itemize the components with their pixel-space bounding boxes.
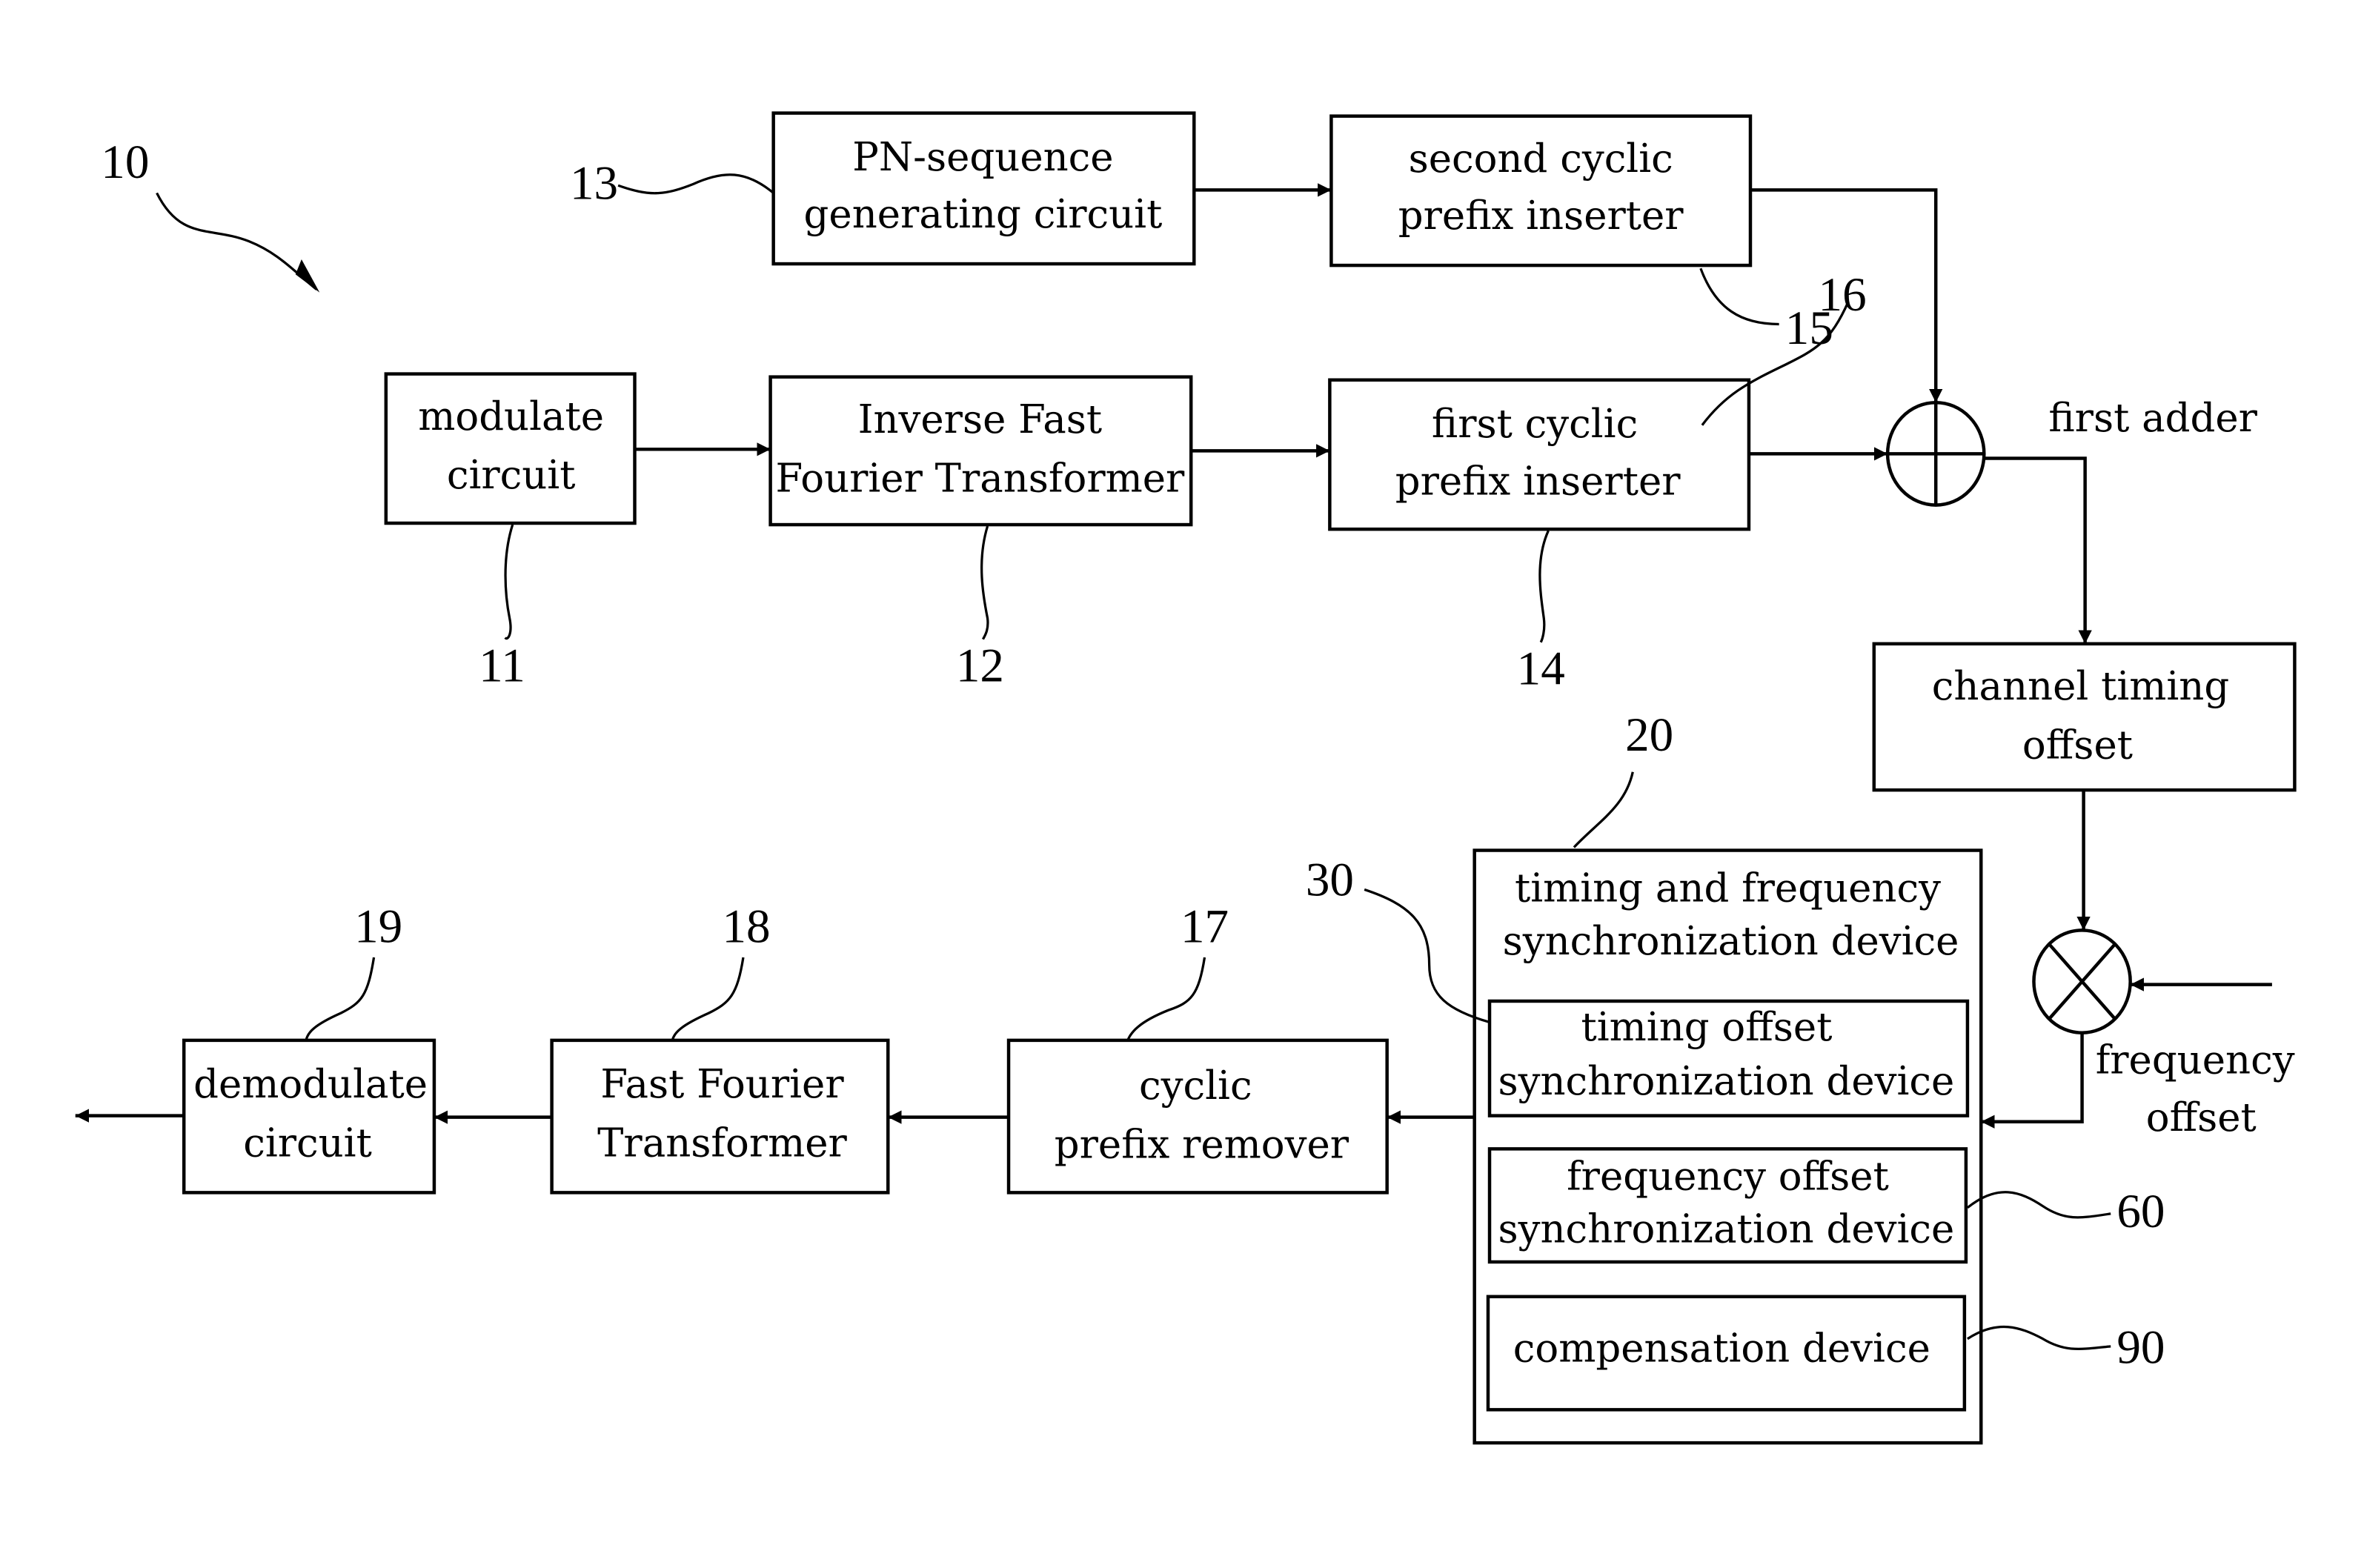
figure-ref-label: 10: [101, 136, 149, 189]
block-fft-line1: Fast Fourier: [600, 1062, 844, 1107]
block-first-cp-inserter: first cyclic prefix inserter: [1328, 378, 1751, 531]
block-modulate-line1: modulate: [418, 394, 604, 439]
block-compensation-device: compensation device: [1486, 1295, 1967, 1412]
block-ifft-line2: Fourier Transformer: [775, 456, 1185, 501]
block-cp-remover-line1: cyclic: [1139, 1063, 1252, 1109]
ref-13-leader: [617, 173, 774, 195]
ref-19: 19: [354, 900, 402, 954]
ref-19-leader: [305, 957, 376, 1041]
ref-15-leader: [1699, 268, 1779, 326]
ref-60-leader: [1966, 1191, 2111, 1219]
ofdm-block-diagram: 10 PN-sequence generating circuit 13 sec…: [75, 111, 2297, 1445]
frequency-offset-mixer: [2032, 928, 2132, 1034]
block-ifft: Inverse Fast Fourier Transformer: [768, 375, 1193, 527]
figure-ref-leader: [156, 192, 318, 290]
first-adder-label: first adder: [2048, 396, 2257, 441]
block-pn-sequence-line2: generating circuit: [804, 192, 1163, 237]
first-adder: [1885, 401, 1986, 507]
block-first-cp-line1: first cyclic: [1432, 402, 1638, 447]
ref-20-leader: [1573, 771, 1634, 848]
block-cp-remover: cyclic prefix remover: [1006, 1038, 1389, 1195]
block-demodulate-line2: circuit: [243, 1121, 372, 1166]
ref-18-leader: [671, 957, 745, 1041]
ref-90: 90: [2116, 1320, 2165, 1374]
block-second-cp-inserter: second cyclic prefix inserter: [1329, 114, 1753, 268]
block-timing-sync-line2: synchronization device: [1498, 1059, 1955, 1104]
block-demodulate-circuit: demodulate circuit: [182, 1038, 436, 1195]
ref-12-leader: [980, 525, 989, 640]
block-fft-line2: Transformer: [597, 1121, 847, 1166]
ref-14-leader: [1538, 530, 1550, 643]
block-sync-device-line1: timing and frequency: [1515, 866, 1941, 911]
block-modulate-circuit: modulate circuit: [384, 372, 637, 525]
block-ifft-line1: Inverse Fast: [858, 397, 1103, 442]
block-fft: Fast Fourier Transformer: [550, 1038, 890, 1195]
block-channel-line1: channel timing: [1932, 664, 2229, 709]
ref-20: 20: [1625, 708, 1673, 762]
ref-14: 14: [1517, 642, 1565, 696]
block-second-cp-line1: second cyclic: [1409, 136, 1673, 182]
block-pn-sequence-line1: PN-sequence: [852, 135, 1113, 180]
frequency-offset-label-line1: frequency: [2096, 1038, 2295, 1083]
ref-90-leader: [1967, 1325, 2111, 1350]
ref-17: 17: [1181, 900, 1229, 954]
block-timing-offset-sync: timing offset synchronization device: [1487, 999, 1970, 1117]
block-first-cp-line2: prefix inserter: [1395, 459, 1681, 504]
ref-13: 13: [570, 157, 618, 210]
block-compensation-line1: compensation device: [1513, 1326, 1930, 1371]
block-timing-sync-line1: timing offset: [1581, 1005, 1832, 1050]
ref-60: 60: [2116, 1185, 2165, 1238]
ref-30-leader: [1364, 888, 1490, 1024]
block-freq-sync-line1: frequency offset: [1567, 1154, 1889, 1199]
block-modulate-line2: circuit: [447, 453, 576, 498]
block-second-cp-line2: prefix inserter: [1398, 193, 1684, 239]
ref-11-leader: [504, 524, 514, 640]
block-channel-line2: offset: [2022, 722, 2133, 768]
figure-ref-arrow-icon: [295, 259, 320, 293]
arrow-mixer-to-sync: [1981, 1032, 2084, 1129]
ref-30: 30: [1306, 854, 1354, 907]
block-cp-remover-line2: prefix remover: [1055, 1123, 1349, 1168]
frequency-offset-label-line2: offset: [2146, 1095, 2257, 1140]
block-channel-timing-offset: channel timing offset: [1872, 642, 2297, 792]
block-sync-device-line2: synchronization device: [1503, 919, 1959, 964]
ref-11: 11: [479, 640, 525, 693]
arrow-adder-to-channel: [1984, 456, 2092, 644]
block-demodulate-line1: demodulate: [193, 1062, 428, 1107]
ref-18: 18: [723, 900, 771, 954]
block-pn-sequence: PN-sequence generating circuit: [771, 111, 1196, 266]
ref-17-leader: [1126, 957, 1206, 1041]
block-freq-sync-line2: synchronization device: [1498, 1207, 1955, 1252]
ref-12: 12: [956, 640, 1004, 693]
block-frequency-offset-sync: frequency offset synchronization device: [1487, 1147, 1968, 1264]
